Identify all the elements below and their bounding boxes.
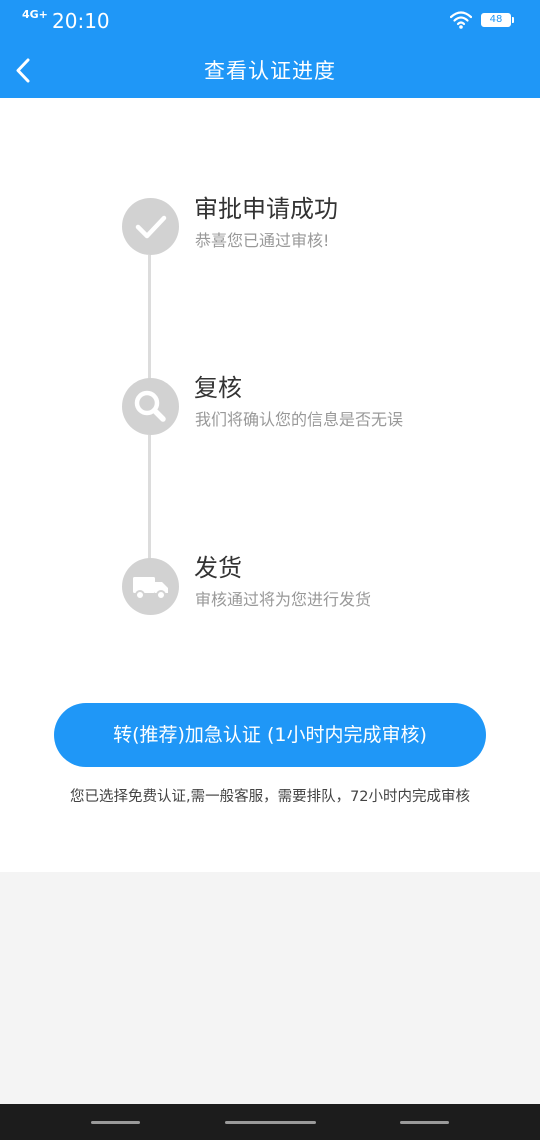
back-nav-button[interactable] <box>400 1121 449 1124</box>
checkmark-icon <box>135 215 167 239</box>
battery-icon: 48 <box>481 13 511 27</box>
status-bar: 4G+ 20:10 48 <box>0 0 540 44</box>
menu-nav-button[interactable] <box>91 1121 140 1124</box>
step-description: 审核通过将为您进行发货 <box>195 590 372 609</box>
home-nav-button[interactable] <box>225 1121 316 1124</box>
status-time: 20:10 <box>52 9 110 33</box>
progress-content: 审批申请成功 恭喜您已通过审核! 复核 我们将确认您的信息是否无误 发货 审核通… <box>0 98 540 872</box>
step-description: 我们将确认您的信息是否无误 <box>195 410 404 429</box>
page-title: 查看认证进度 <box>204 59 336 83</box>
nav-bar: 查看认证进度 <box>0 44 540 98</box>
step-review-icon <box>122 378 179 435</box>
step-title: 发货 <box>194 554 242 582</box>
battery-tip <box>512 17 514 23</box>
step-title: 审批申请成功 <box>194 195 338 223</box>
step-title: 复核 <box>194 374 242 402</box>
step-approved-icon <box>122 198 179 255</box>
timeline-connector <box>148 435 151 560</box>
wifi-icon <box>449 10 473 30</box>
expedite-certification-button[interactable]: 转(推荐)加急认证 (1小时内完成审核) <box>54 703 486 767</box>
network-indicator: 4G+ <box>22 8 48 21</box>
system-navigation-bar <box>0 1104 540 1140</box>
search-icon <box>134 390 166 422</box>
free-certification-notice: 您已选择免费认证,需一般客服，需要排队，72小时内完成审核 <box>69 789 471 805</box>
timeline-connector <box>148 255 151 380</box>
truck-icon <box>133 577 168 600</box>
step-description: 恭喜您已通过审核! <box>195 231 330 250</box>
step-shipping-icon <box>122 558 179 615</box>
